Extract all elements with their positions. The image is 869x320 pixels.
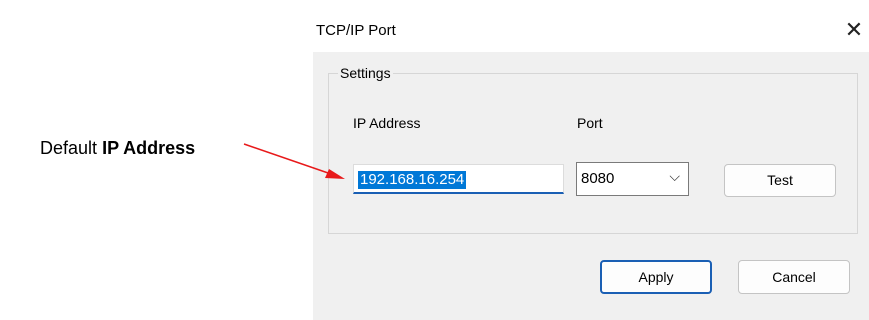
arrow-line (243, 143, 332, 175)
arrow-head (325, 169, 345, 179)
annotation-arrow (243, 143, 345, 179)
